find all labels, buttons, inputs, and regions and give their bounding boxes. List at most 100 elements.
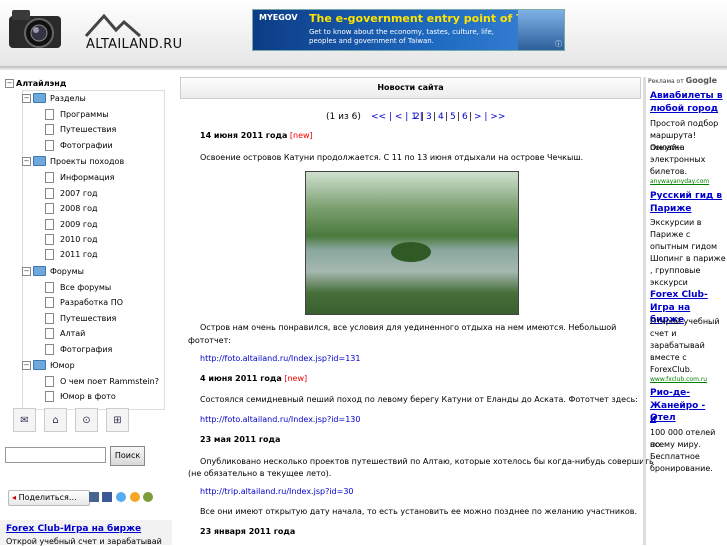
page-title: Новости сайта [180, 77, 641, 99]
pager-separator: | [469, 112, 473, 122]
facebook-icon[interactable] [102, 492, 112, 502]
tree-item-yumor-foto[interactable]: Юмор в фото [45, 389, 116, 403]
tree-item-fotografii[interactable]: Фотографии [45, 138, 113, 152]
ad-title[interactable]: Жанейро - Отел [650, 400, 727, 424]
pager-next-last[interactable]: > | >> [474, 112, 505, 122]
tree-label: Юмор [50, 360, 75, 370]
tree-label: 2010 год [60, 234, 98, 244]
ad-info-icon[interactable]: ⓘ [555, 39, 562, 49]
document-icon [45, 139, 54, 151]
tree-item-puteshestviya[interactable]: Путешествия [45, 122, 116, 136]
trip-project-link[interactable]: http://trip.altailand.ru/Index.jsp?id=30 [200, 487, 354, 496]
tree-label: Разработка ПО [60, 297, 124, 307]
mail-icon[interactable]: ✉ [13, 408, 36, 432]
ad-desc: электронных [650, 155, 706, 164]
search-icon[interactable]: ⊙ [75, 408, 98, 432]
ad-title[interactable]: Авиабилеты в [650, 90, 723, 102]
tree-item-2008[interactable]: 2008 год [45, 201, 98, 215]
tree-label: Путешествия [60, 313, 117, 323]
vk-icon[interactable] [89, 492, 99, 502]
ad-title[interactable]: Рио-де- [650, 387, 690, 399]
news-date-text: 14 июня 2011 года [200, 131, 288, 140]
collapse-icon[interactable]: − [5, 78, 14, 88]
page-link-5[interactable]: 5 [450, 112, 456, 122]
collapse-icon[interactable]: − [22, 266, 31, 276]
tree-label: О чем поет Rammstein? [60, 376, 159, 386]
news-text: (не обязательно в текущее лето). [188, 469, 332, 478]
sitemap-icon[interactable]: ⊞ [106, 408, 129, 432]
banner-ad[interactable]: MYEGOV The e-government entry point of T… [252, 9, 565, 51]
news-date-text: 4 июня 2011 года [200, 374, 282, 383]
tree-item-altai[interactable]: Алтай [45, 326, 85, 340]
tree-item-proekty[interactable]: − Проекты походов [22, 154, 124, 168]
ad-title[interactable]: любой город [650, 103, 718, 115]
share-icon: ◂ [12, 493, 17, 502]
document-icon [45, 233, 54, 245]
document-icon [45, 123, 54, 135]
news-date: 23 января 2011 года [200, 527, 296, 536]
ad-desc: всему миру. [650, 440, 701, 449]
tree-item-yumor[interactable]: − Юмор [22, 358, 75, 372]
left-ad-title[interactable]: Forex Club-Игра на бирже [6, 524, 141, 534]
katun-river-photo[interactable] [305, 171, 519, 315]
folder-icon [33, 266, 46, 276]
ad-desc: Открой учебный [650, 317, 720, 326]
photo-report-link[interactable]: http://foto.altailand.ru/Index.jsp?id=13… [200, 415, 360, 424]
page-count: (1 из 6) [326, 112, 361, 122]
search-button[interactable]: Поиск [110, 446, 145, 466]
pager-separator: | [457, 112, 461, 122]
tree-item-programmy[interactable]: Программы [45, 107, 109, 121]
banner-subtext: Get to know about the economy, tastes, c… [309, 28, 494, 45]
odnoklassniki-icon[interactable] [130, 492, 140, 502]
ads-by-google-label[interactable]: Реклама от Google [648, 76, 717, 85]
folder-icon [33, 156, 46, 166]
page-link-3[interactable]: 3 [426, 112, 432, 122]
news-text: Опубликовано несколько проектов путешест… [200, 457, 654, 466]
news-text: Остров нам очень понравился, все условия… [200, 323, 617, 332]
twitter-icon[interactable] [116, 492, 126, 502]
ad-desc: ForexClub. [650, 365, 693, 374]
news-text: Освоение островов Катуни продолжается. С… [200, 153, 584, 162]
collapse-icon[interactable]: − [22, 93, 31, 103]
ad-title[interactable]: Париже [650, 203, 691, 215]
tree-label: 2008 год [60, 203, 98, 213]
ad-title[interactable]: Русский гид в [650, 190, 722, 202]
collapse-icon[interactable]: − [22, 360, 31, 370]
tree-label: 2009 год [60, 219, 98, 229]
page-link-4[interactable]: 4 [438, 112, 444, 122]
photo-report-link[interactable]: http://foto.altailand.ru/Index.jsp?id=13… [200, 354, 360, 363]
tree-item-2010[interactable]: 2010 год [45, 232, 98, 246]
tree-label: Информация [60, 172, 115, 182]
page-link-6[interactable]: 6 [462, 112, 468, 122]
tree-item-rammstein[interactable]: О чем поет Rammstein? [45, 374, 159, 388]
tree-root[interactable]: − Алтайлэнд [5, 76, 66, 90]
ad-url[interactable]: www.fxclub.com.ru [650, 376, 707, 383]
pager-separator: | [433, 112, 437, 122]
page-link-2[interactable]: 2 [414, 112, 420, 122]
tree-item-2009[interactable]: 2009 год [45, 217, 98, 231]
tree-item-razdely[interactable]: − Разделы [22, 91, 86, 105]
news-date: 14 июня 2011 года [new] [200, 131, 313, 140]
tree-label: Юмор в фото [60, 391, 116, 401]
tree-item-fotografiya[interactable]: Фотография [45, 342, 112, 356]
tree-item-2007[interactable]: 2007 год [45, 186, 98, 200]
ad-desc: экскурси [650, 278, 688, 287]
ad-title[interactable]: Forex Club- [650, 289, 708, 301]
left-ad[interactable]: Forex Club-Игра на бирже Открой учебный … [0, 520, 172, 546]
tree-item-2011[interactable]: 2011 год [45, 247, 98, 261]
tree-item-forumy[interactable]: − Форумы [22, 264, 84, 278]
search-input[interactable] [5, 447, 106, 463]
document-icon [45, 296, 54, 308]
tree-item-informaciya[interactable]: Информация [45, 170, 114, 184]
site-logo-text[interactable]: ALTAILAND.RU [86, 37, 182, 52]
tree-item-razrabotka[interactable]: Разработка ПО [45, 295, 123, 309]
moi-mir-icon[interactable] [143, 492, 153, 502]
home-icon[interactable]: ⌂ [44, 408, 67, 432]
ad-desc: Экскурсии в [650, 218, 702, 227]
tree-item-puteshestviya-forum[interactable]: Путешествия [45, 311, 116, 325]
ad-title[interactable]: и [650, 413, 656, 425]
tree-item-vse-forumy[interactable]: Все форумы [45, 280, 111, 294]
collapse-icon[interactable]: − [22, 156, 31, 166]
ad-url[interactable]: anywayanyday.com [650, 178, 709, 185]
share-button[interactable]: ◂ Поделиться… [8, 490, 90, 506]
